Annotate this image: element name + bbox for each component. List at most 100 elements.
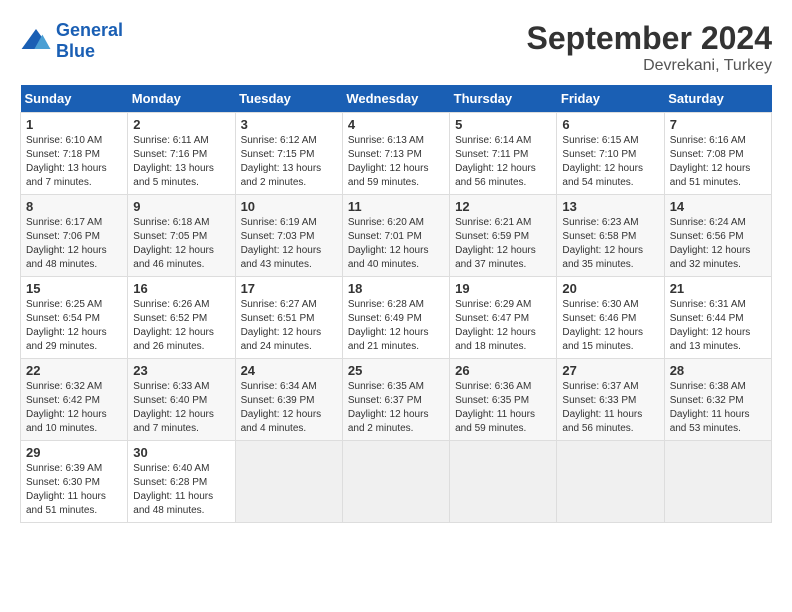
calendar-cell: 7 Sunrise: 6:16 AMSunset: 7:08 PMDayligh… <box>664 113 771 195</box>
day-info: Sunrise: 6:37 AMSunset: 6:33 PMDaylight:… <box>562 381 642 434</box>
day-number: 10 <box>241 199 337 214</box>
calendar-cell <box>342 441 449 523</box>
day-number: 2 <box>133 117 229 132</box>
day-number: 18 <box>348 281 444 296</box>
day-number: 20 <box>562 281 658 296</box>
day-number: 1 <box>26 117 122 132</box>
calendar-cell: 1 Sunrise: 6:10 AMSunset: 7:18 PMDayligh… <box>21 113 128 195</box>
calendar-week-row-3: 15 Sunrise: 6:25 AMSunset: 6:54 PMDaylig… <box>21 277 772 359</box>
calendar-cell: 20 Sunrise: 6:30 AMSunset: 6:46 PMDaylig… <box>557 277 664 359</box>
day-info: Sunrise: 6:14 AMSunset: 7:11 PMDaylight:… <box>455 135 536 188</box>
day-number: 22 <box>26 363 122 378</box>
day-number: 26 <box>455 363 551 378</box>
month-title: September 2024 <box>527 20 772 57</box>
day-info: Sunrise: 6:39 AMSunset: 6:30 PMDaylight:… <box>26 463 106 516</box>
logo: General Blue <box>20 20 123 62</box>
calendar-header-monday: Monday <box>128 85 235 113</box>
logo-icon <box>20 25 52 57</box>
day-number: 19 <box>455 281 551 296</box>
day-number: 21 <box>670 281 766 296</box>
calendar-week-row-4: 22 Sunrise: 6:32 AMSunset: 6:42 PMDaylig… <box>21 359 772 441</box>
day-number: 29 <box>26 445 122 460</box>
day-info: Sunrise: 6:11 AMSunset: 7:16 PMDaylight:… <box>133 135 214 188</box>
calendar-cell: 10 Sunrise: 6:19 AMSunset: 7:03 PMDaylig… <box>235 195 342 277</box>
calendar-cell: 11 Sunrise: 6:20 AMSunset: 7:01 PMDaylig… <box>342 195 449 277</box>
calendar-header-thursday: Thursday <box>450 85 557 113</box>
calendar-cell: 5 Sunrise: 6:14 AMSunset: 7:11 PMDayligh… <box>450 113 557 195</box>
calendar-cell: 18 Sunrise: 6:28 AMSunset: 6:49 PMDaylig… <box>342 277 449 359</box>
day-info: Sunrise: 6:21 AMSunset: 6:59 PMDaylight:… <box>455 217 536 270</box>
calendar-week-row-5: 29 Sunrise: 6:39 AMSunset: 6:30 PMDaylig… <box>21 441 772 523</box>
day-info: Sunrise: 6:18 AMSunset: 7:05 PMDaylight:… <box>133 217 214 270</box>
day-info: Sunrise: 6:26 AMSunset: 6:52 PMDaylight:… <box>133 299 214 352</box>
day-info: Sunrise: 6:36 AMSunset: 6:35 PMDaylight:… <box>455 381 535 434</box>
day-number: 17 <box>241 281 337 296</box>
day-info: Sunrise: 6:35 AMSunset: 6:37 PMDaylight:… <box>348 381 429 434</box>
day-number: 6 <box>562 117 658 132</box>
calendar-cell: 3 Sunrise: 6:12 AMSunset: 7:15 PMDayligh… <box>235 113 342 195</box>
day-number: 15 <box>26 281 122 296</box>
day-info: Sunrise: 6:23 AMSunset: 6:58 PMDaylight:… <box>562 217 643 270</box>
page-header: General Blue September 2024 Devrekani, T… <box>20 20 772 75</box>
calendar-header-tuesday: Tuesday <box>235 85 342 113</box>
logo-text-general: General <box>56 20 123 41</box>
calendar-cell: 30 Sunrise: 6:40 AMSunset: 6:28 PMDaylig… <box>128 441 235 523</box>
calendar-cell <box>557 441 664 523</box>
calendar-header-row: SundayMondayTuesdayWednesdayThursdayFrid… <box>21 85 772 113</box>
day-info: Sunrise: 6:16 AMSunset: 7:08 PMDaylight:… <box>670 135 751 188</box>
day-number: 24 <box>241 363 337 378</box>
day-info: Sunrise: 6:31 AMSunset: 6:44 PMDaylight:… <box>670 299 751 352</box>
calendar-cell: 28 Sunrise: 6:38 AMSunset: 6:32 PMDaylig… <box>664 359 771 441</box>
calendar-cell: 16 Sunrise: 6:26 AMSunset: 6:52 PMDaylig… <box>128 277 235 359</box>
calendar-cell: 4 Sunrise: 6:13 AMSunset: 7:13 PMDayligh… <box>342 113 449 195</box>
calendar-cell: 8 Sunrise: 6:17 AMSunset: 7:06 PMDayligh… <box>21 195 128 277</box>
day-info: Sunrise: 6:10 AMSunset: 7:18 PMDaylight:… <box>26 135 107 188</box>
location-title: Devrekani, Turkey <box>527 57 772 75</box>
calendar-cell: 29 Sunrise: 6:39 AMSunset: 6:30 PMDaylig… <box>21 441 128 523</box>
day-number: 7 <box>670 117 766 132</box>
calendar-cell: 23 Sunrise: 6:33 AMSunset: 6:40 PMDaylig… <box>128 359 235 441</box>
calendar-cell: 15 Sunrise: 6:25 AMSunset: 6:54 PMDaylig… <box>21 277 128 359</box>
day-info: Sunrise: 6:13 AMSunset: 7:13 PMDaylight:… <box>348 135 429 188</box>
day-info: Sunrise: 6:34 AMSunset: 6:39 PMDaylight:… <box>241 381 322 434</box>
calendar-cell: 14 Sunrise: 6:24 AMSunset: 6:56 PMDaylig… <box>664 195 771 277</box>
day-info: Sunrise: 6:38 AMSunset: 6:32 PMDaylight:… <box>670 381 750 434</box>
day-number: 13 <box>562 199 658 214</box>
logo-text-blue: Blue <box>56 41 123 62</box>
day-info: Sunrise: 6:20 AMSunset: 7:01 PMDaylight:… <box>348 217 429 270</box>
calendar-cell: 24 Sunrise: 6:34 AMSunset: 6:39 PMDaylig… <box>235 359 342 441</box>
day-info: Sunrise: 6:19 AMSunset: 7:03 PMDaylight:… <box>241 217 322 270</box>
calendar-cell: 17 Sunrise: 6:27 AMSunset: 6:51 PMDaylig… <box>235 277 342 359</box>
calendar-cell: 13 Sunrise: 6:23 AMSunset: 6:58 PMDaylig… <box>557 195 664 277</box>
day-number: 9 <box>133 199 229 214</box>
calendar-cell: 9 Sunrise: 6:18 AMSunset: 7:05 PMDayligh… <box>128 195 235 277</box>
calendar-body: 1 Sunrise: 6:10 AMSunset: 7:18 PMDayligh… <box>21 113 772 523</box>
day-number: 14 <box>670 199 766 214</box>
calendar-week-row-2: 8 Sunrise: 6:17 AMSunset: 7:06 PMDayligh… <box>21 195 772 277</box>
day-number: 4 <box>348 117 444 132</box>
calendar-cell: 21 Sunrise: 6:31 AMSunset: 6:44 PMDaylig… <box>664 277 771 359</box>
calendar-cell: 22 Sunrise: 6:32 AMSunset: 6:42 PMDaylig… <box>21 359 128 441</box>
day-info: Sunrise: 6:17 AMSunset: 7:06 PMDaylight:… <box>26 217 107 270</box>
title-area: September 2024 Devrekani, Turkey <box>527 20 772 75</box>
day-info: Sunrise: 6:12 AMSunset: 7:15 PMDaylight:… <box>241 135 322 188</box>
day-number: 12 <box>455 199 551 214</box>
day-info: Sunrise: 6:29 AMSunset: 6:47 PMDaylight:… <box>455 299 536 352</box>
calendar-cell: 26 Sunrise: 6:36 AMSunset: 6:35 PMDaylig… <box>450 359 557 441</box>
calendar-cell <box>664 441 771 523</box>
day-info: Sunrise: 6:33 AMSunset: 6:40 PMDaylight:… <box>133 381 214 434</box>
calendar-cell: 6 Sunrise: 6:15 AMSunset: 7:10 PMDayligh… <box>557 113 664 195</box>
day-number: 16 <box>133 281 229 296</box>
day-info: Sunrise: 6:30 AMSunset: 6:46 PMDaylight:… <box>562 299 643 352</box>
day-number: 3 <box>241 117 337 132</box>
calendar-cell: 2 Sunrise: 6:11 AMSunset: 7:16 PMDayligh… <box>128 113 235 195</box>
calendar-header-friday: Friday <box>557 85 664 113</box>
calendar-header-sunday: Sunday <box>21 85 128 113</box>
day-number: 27 <box>562 363 658 378</box>
day-info: Sunrise: 6:25 AMSunset: 6:54 PMDaylight:… <box>26 299 107 352</box>
calendar-header-wednesday: Wednesday <box>342 85 449 113</box>
calendar-cell: 19 Sunrise: 6:29 AMSunset: 6:47 PMDaylig… <box>450 277 557 359</box>
day-number: 25 <box>348 363 444 378</box>
calendar-cell <box>235 441 342 523</box>
day-number: 5 <box>455 117 551 132</box>
